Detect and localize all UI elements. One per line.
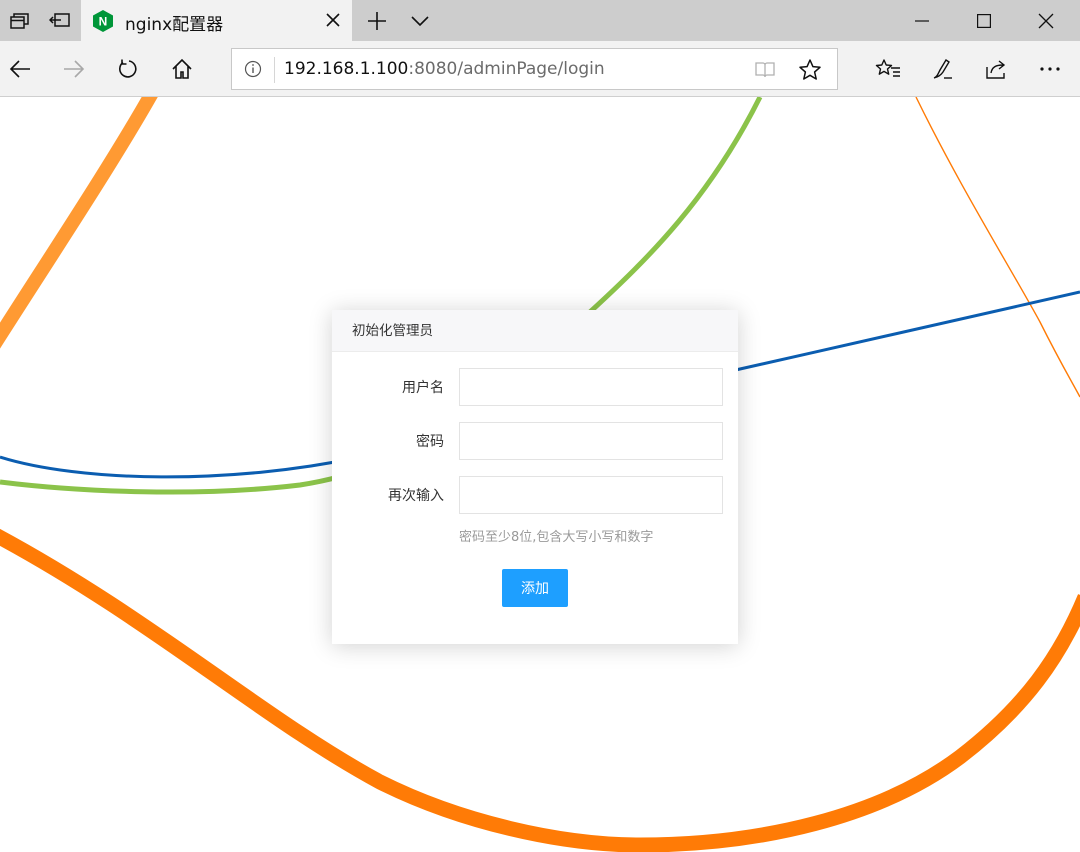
active-tab[interactable]: N nginx配置器 — [81, 0, 352, 41]
tab-strip: N nginx配置器 — [0, 0, 1080, 41]
pen-icon[interactable] — [922, 49, 962, 89]
new-tab-icon[interactable] — [357, 0, 397, 41]
page-viewport: 初始化管理员 用户名 密码 再次输入 密码至少8位,包含大写小写和数字 添加 — [0, 97, 1080, 852]
window-close-icon[interactable] — [1015, 0, 1077, 41]
maximize-icon[interactable] — [953, 0, 1015, 41]
favorite-star-icon[interactable] — [798, 58, 822, 82]
forward-icon[interactable] — [54, 49, 94, 89]
password-confirm-input[interactable] — [459, 476, 723, 514]
tab-list-chevron-icon[interactable] — [400, 0, 440, 41]
navigation-bar: 192.168.1.100:8080/adminPage/login — [0, 41, 1080, 97]
address-url[interactable]: 192.168.1.100:8080/adminPage/login — [284, 59, 605, 79]
address-host: 192.168.1.100 — [284, 59, 409, 79]
set-aside-tabs-icon[interactable] — [40, 0, 80, 41]
more-icon[interactable] — [1030, 49, 1070, 89]
init-admin-card: 初始化管理员 用户名 密码 再次输入 密码至少8位,包含大写小写和数字 添加 — [332, 310, 738, 644]
password-confirm-row: 再次输入 — [332, 476, 738, 514]
username-label: 用户名 — [402, 380, 444, 396]
address-path: :8080/adminPage/login — [408, 59, 605, 79]
minimize-icon[interactable] — [891, 0, 953, 41]
address-separator — [274, 57, 275, 83]
tab-preview-icon[interactable] — [0, 0, 40, 41]
add-button[interactable]: 添加 — [502, 569, 568, 607]
address-bar[interactable]: 192.168.1.100:8080/adminPage/login — [231, 48, 838, 90]
username-row: 用户名 — [332, 368, 738, 406]
password-row: 密码 — [332, 422, 738, 460]
home-icon[interactable] — [162, 49, 202, 89]
card-title: 初始化管理员 — [332, 310, 738, 352]
password-confirm-label: 再次输入 — [388, 488, 444, 504]
reading-view-icon[interactable] — [754, 59, 776, 81]
password-label: 密码 — [416, 434, 444, 450]
share-icon[interactable] — [976, 49, 1016, 89]
info-icon[interactable] — [244, 60, 262, 78]
back-icon[interactable] — [0, 49, 40, 89]
username-input[interactable] — [459, 368, 723, 406]
nginx-logo: N — [93, 10, 113, 32]
nginx-logo-letter: N — [99, 15, 108, 29]
favorites-list-icon[interactable] — [868, 49, 908, 89]
password-hint: 密码至少8位,包含大写小写和数字 — [459, 530, 654, 545]
tab-title: nginx配置器 — [125, 15, 224, 35]
password-input[interactable] — [459, 422, 723, 460]
close-icon[interactable] — [324, 11, 342, 29]
refresh-icon[interactable] — [108, 49, 148, 89]
